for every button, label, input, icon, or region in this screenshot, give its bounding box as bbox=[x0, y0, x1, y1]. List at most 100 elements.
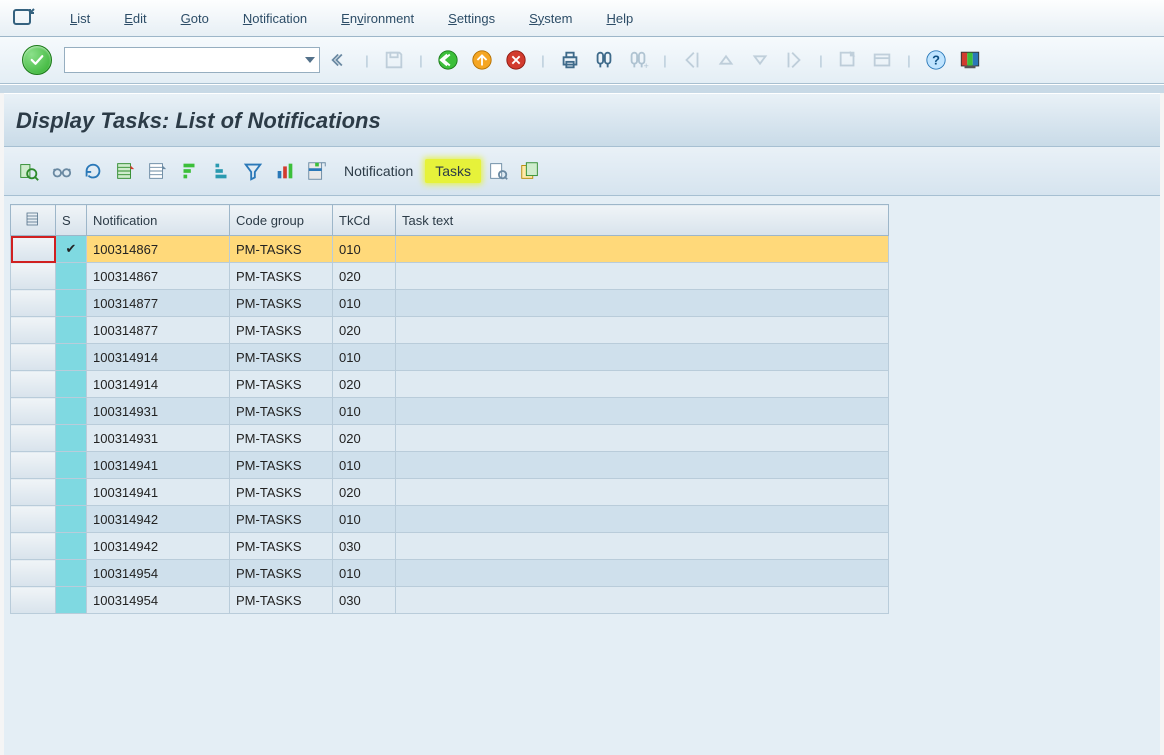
sort-asc-icon[interactable] bbox=[174, 157, 204, 185]
tasks-button[interactable]: Tasks bbox=[425, 159, 481, 183]
refresh-icon[interactable] bbox=[78, 157, 108, 185]
row-selector[interactable] bbox=[11, 290, 56, 317]
select-all-icon[interactable] bbox=[110, 157, 140, 185]
menu-edit[interactable]: Edit bbox=[122, 11, 148, 26]
col-task-text[interactable]: Task text bbox=[396, 205, 889, 236]
tasks-table[interactable]: S Notification Code group TkCd Task text… bbox=[10, 204, 889, 614]
table-row[interactable]: 100314867PM-TASKS020 bbox=[11, 263, 889, 290]
enter-button[interactable] bbox=[22, 45, 52, 75]
cell-tkcd: 020 bbox=[333, 425, 396, 452]
cell-s bbox=[56, 533, 87, 560]
row-selector[interactable] bbox=[11, 317, 56, 344]
table-header-row: S Notification Code group TkCd Task text bbox=[11, 205, 889, 236]
table-row[interactable]: 100314931PM-TASKS020 bbox=[11, 425, 889, 452]
row-selector[interactable] bbox=[11, 479, 56, 506]
row-selector[interactable] bbox=[11, 344, 56, 371]
print-list-icon[interactable] bbox=[483, 157, 513, 185]
exit-icon[interactable] bbox=[468, 46, 496, 74]
row-selector[interactable] bbox=[11, 506, 56, 533]
export-icon[interactable] bbox=[302, 157, 332, 185]
select-all-column-header[interactable] bbox=[11, 205, 56, 236]
find-icon[interactable] bbox=[590, 46, 618, 74]
menu-settings[interactable]: Settings bbox=[446, 11, 497, 26]
cell-task-text bbox=[396, 263, 889, 290]
layout-icon[interactable] bbox=[956, 46, 984, 74]
first-page-icon[interactable] bbox=[678, 46, 706, 74]
create-session-icon[interactable] bbox=[834, 46, 862, 74]
row-selector[interactable] bbox=[11, 236, 56, 263]
back-icon[interactable] bbox=[434, 46, 462, 74]
deselect-all-icon[interactable] bbox=[142, 157, 172, 185]
cell-code-group: PM-TASKS bbox=[230, 587, 333, 614]
cancel-icon[interactable] bbox=[502, 46, 530, 74]
collapse-icon[interactable] bbox=[326, 46, 354, 74]
cell-code-group: PM-TASKS bbox=[230, 290, 333, 317]
cell-tkcd: 010 bbox=[333, 344, 396, 371]
col-notification[interactable]: Notification bbox=[87, 205, 230, 236]
glasses-icon[interactable] bbox=[46, 157, 76, 185]
row-selector[interactable] bbox=[11, 398, 56, 425]
command-dropdown-icon[interactable] bbox=[305, 57, 315, 63]
row-selector[interactable] bbox=[11, 263, 56, 290]
col-code-group[interactable]: Code group bbox=[230, 205, 333, 236]
col-tkcd[interactable]: TkCd bbox=[333, 205, 396, 236]
menu-environment[interactable]: Environment bbox=[339, 11, 416, 26]
sap-menu-icon[interactable] bbox=[8, 3, 38, 33]
notification-button[interactable]: Notification bbox=[334, 159, 423, 183]
generate-shortcut-icon[interactable] bbox=[868, 46, 896, 74]
command-field[interactable] bbox=[64, 47, 320, 73]
find-next-icon[interactable]: + bbox=[624, 46, 652, 74]
row-selector[interactable] bbox=[11, 533, 56, 560]
table-row[interactable]: 100314942PM-TASKS030 bbox=[11, 533, 889, 560]
cell-s: ✔ bbox=[56, 236, 87, 263]
table-row[interactable]: 100314942PM-TASKS010 bbox=[11, 506, 889, 533]
row-selector[interactable] bbox=[11, 425, 56, 452]
cell-notification: 100314941 bbox=[87, 479, 230, 506]
table-row[interactable]: 100314931PM-TASKS010 bbox=[11, 398, 889, 425]
cell-code-group: PM-TASKS bbox=[230, 425, 333, 452]
cell-code-group: PM-TASKS bbox=[230, 317, 333, 344]
table-row[interactable]: ✔100314867PM-TASKS010 bbox=[11, 236, 889, 263]
cell-tkcd: 020 bbox=[333, 263, 396, 290]
save-icon[interactable] bbox=[380, 46, 408, 74]
menu-system[interactable]: System bbox=[527, 11, 574, 26]
row-selector[interactable] bbox=[11, 371, 56, 398]
cell-code-group: PM-TASKS bbox=[230, 560, 333, 587]
table-row[interactable]: 100314914PM-TASKS010 bbox=[11, 344, 889, 371]
row-selector[interactable] bbox=[11, 560, 56, 587]
help-icon[interactable]: ? bbox=[922, 46, 950, 74]
content-area: S Notification Code group TkCd Task text… bbox=[4, 196, 1160, 755]
table-row[interactable]: 100314954PM-TASKS010 bbox=[11, 560, 889, 587]
row-selector[interactable] bbox=[11, 587, 56, 614]
row-selector[interactable] bbox=[11, 452, 56, 479]
table-row[interactable]: 100314914PM-TASKS020 bbox=[11, 371, 889, 398]
menu-help[interactable]: Help bbox=[604, 11, 635, 26]
table-row[interactable]: 100314954PM-TASKS030 bbox=[11, 587, 889, 614]
col-s[interactable]: S bbox=[56, 205, 87, 236]
cell-code-group: PM-TASKS bbox=[230, 506, 333, 533]
table-row[interactable]: 100314877PM-TASKS010 bbox=[11, 290, 889, 317]
menu-notification[interactable]: Notification bbox=[241, 11, 309, 26]
table-row[interactable]: 100314941PM-TASKS010 bbox=[11, 452, 889, 479]
page-down-icon[interactable] bbox=[746, 46, 774, 74]
chart-icon[interactable] bbox=[270, 157, 300, 185]
cell-tkcd: 010 bbox=[333, 290, 396, 317]
detail-icon[interactable] bbox=[14, 157, 44, 185]
svg-text:+: + bbox=[644, 61, 649, 71]
page-up-icon[interactable] bbox=[712, 46, 740, 74]
menu-goto[interactable]: Goto bbox=[179, 11, 211, 26]
cell-code-group: PM-TASKS bbox=[230, 263, 333, 290]
cell-tkcd: 010 bbox=[333, 452, 396, 479]
last-page-icon[interactable] bbox=[780, 46, 808, 74]
cell-notification: 100314954 bbox=[87, 560, 230, 587]
filter-icon[interactable] bbox=[238, 157, 268, 185]
table-row[interactable]: 100314877PM-TASKS020 bbox=[11, 317, 889, 344]
cell-task-text bbox=[396, 236, 889, 263]
menu-list[interactable]: List bbox=[68, 11, 92, 26]
print-icon[interactable] bbox=[556, 46, 584, 74]
table-row[interactable]: 100314941PM-TASKS020 bbox=[11, 479, 889, 506]
cell-task-text bbox=[396, 371, 889, 398]
sort-desc-icon[interactable] bbox=[206, 157, 236, 185]
duplicate-icon[interactable] bbox=[515, 157, 545, 185]
cell-s bbox=[56, 479, 87, 506]
